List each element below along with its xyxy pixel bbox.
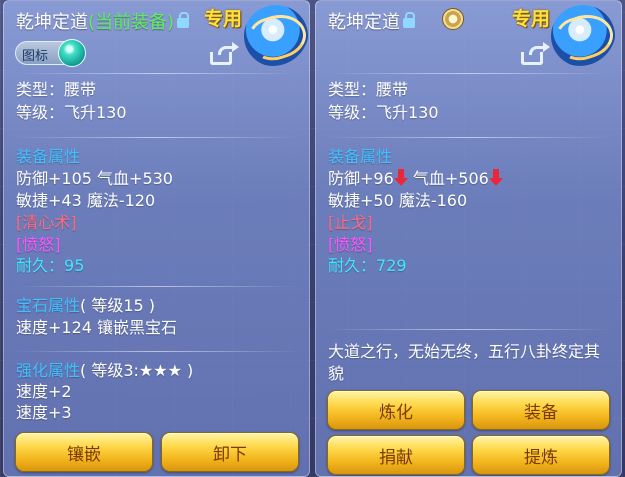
attribute-line: 敏捷+50 魔法-160 <box>328 191 468 210</box>
divider <box>326 73 611 74</box>
share-icon[interactable] <box>521 42 550 65</box>
attribute-line: 防御+105 气血+530 <box>16 169 173 188</box>
divider <box>326 329 611 330</box>
durability-value: 95 <box>64 256 85 275</box>
divider <box>14 137 299 138</box>
donate-button[interactable]: 捐献 <box>327 435 465 475</box>
item-title: 乾坤定道(当前装备) <box>16 8 190 34</box>
belt-item-icon <box>244 5 308 67</box>
equipped-item-tooltip: 乾坤定道(当前装备) 专用 图标 类型：腰带 等级：飞升130 装备属性 防御+… <box>3 0 310 477</box>
decrease-arrow-icon <box>393 169 408 187</box>
attribute-line: 防御+96 气血+506 <box>328 168 503 190</box>
icon-toggle[interactable]: 图标 <box>15 39 86 67</box>
enhance-attributes-header: 强化属性( 等级3:★★★ ) <box>16 360 193 382</box>
item-level: 等级：飞升130 <box>328 103 439 122</box>
attributes-title: 装备属性 <box>328 147 393 166</box>
lock-icon <box>403 12 415 29</box>
decrease-arrow-icon <box>488 169 503 187</box>
unequip-button[interactable]: 卸下 <box>161 432 299 472</box>
lock-icon <box>177 12 190 29</box>
refine-button[interactable]: 炼化 <box>327 390 465 430</box>
enhance-line: 速度+3 <box>16 403 72 422</box>
extract-button[interactable]: 提炼 <box>472 435 610 475</box>
special-skill: [止戈] <box>328 213 373 232</box>
belt-item-icon <box>551 5 615 67</box>
hp-value: 气血+506 <box>412 169 489 188</box>
exclusive-badge: 专用 <box>204 8 243 30</box>
share-icon[interactable] <box>210 42 239 65</box>
attribute-line: 敏捷+43 魔法-120 <box>16 191 156 210</box>
durability: 耐久：729 <box>328 255 407 277</box>
durability-label: 耐久： <box>328 256 377 275</box>
defense-value: 防御+96 <box>328 169 394 188</box>
gem-attributes-title: 宝石属性 <box>16 296 81 315</box>
gem-attributes-header: 宝石属性( 等级15 ) <box>16 295 155 317</box>
item-name: 乾坤定道 <box>328 12 400 33</box>
divider <box>14 286 299 287</box>
toggle-knob-icon <box>58 39 86 67</box>
bagua-icon <box>442 8 464 30</box>
enhance-attributes-title: 强化属性 <box>16 361 81 380</box>
gem-line: 速度+124 镶嵌黑宝石 <box>16 318 178 337</box>
item-level: 等级：飞升130 <box>16 103 127 122</box>
item-description: 大道之行，无始无终，五行八卦终定其貌 <box>328 342 601 383</box>
special-effect: [愤怒] <box>16 235 61 254</box>
divider <box>14 351 299 352</box>
item-name: 乾坤定道 <box>16 12 88 33</box>
durability: 耐久：95 <box>16 255 84 277</box>
enhance-line: 速度+2 <box>16 382 72 401</box>
item-type: 类型：腰带 <box>16 80 97 99</box>
inlay-button[interactable]: 镶嵌 <box>15 432 153 472</box>
durability-value: 729 <box>376 256 407 275</box>
durability-label: 耐久： <box>16 256 65 275</box>
special-effect: [愤怒] <box>328 235 373 254</box>
divider <box>326 137 611 138</box>
current-equipped-tag: (当前装备) <box>88 12 175 33</box>
divider <box>14 73 299 74</box>
exclusive-badge: 专用 <box>512 8 551 30</box>
enhance-level: ( 等级3:★★★ ) <box>80 361 194 380</box>
gem-level: ( 等级15 ) <box>80 296 156 315</box>
bag-item-tooltip: 乾坤定道 专用 类型：腰带 等级：飞升130 装备属性 防御+96 气血+506… <box>315 0 622 477</box>
special-skill: [清心术] <box>16 213 77 232</box>
icon-toggle-label: 图标 <box>22 49 49 64</box>
item-type: 类型：腰带 <box>328 80 409 99</box>
item-title: 乾坤定道 <box>328 8 415 34</box>
equip-button[interactable]: 装备 <box>472 390 610 430</box>
attributes-title: 装备属性 <box>16 147 81 166</box>
